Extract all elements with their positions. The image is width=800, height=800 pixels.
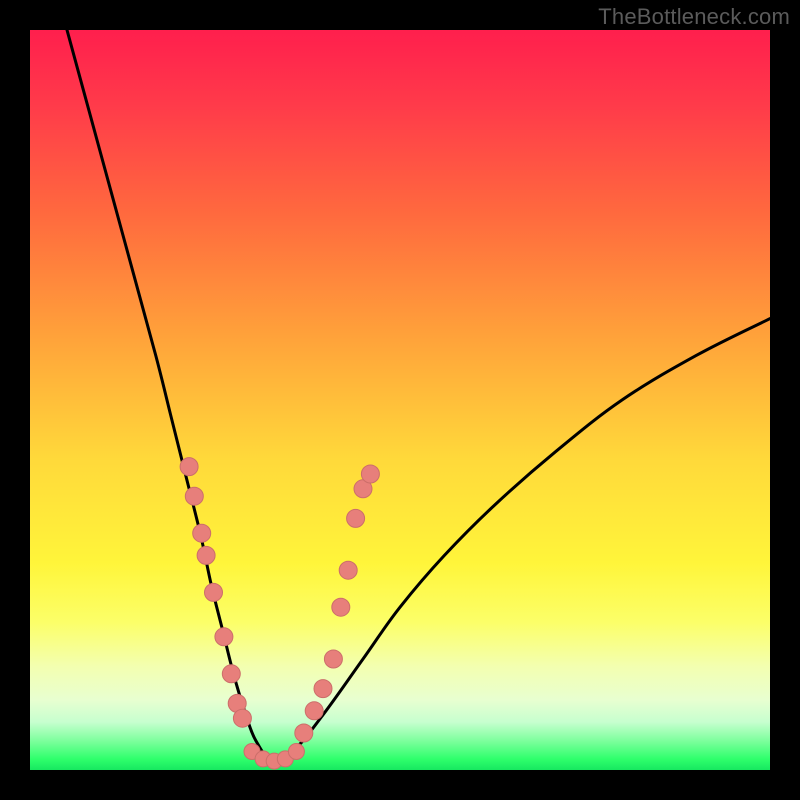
data-dot — [339, 561, 357, 579]
data-dot — [347, 509, 365, 527]
data-dot — [233, 709, 251, 727]
data-dot — [288, 744, 304, 760]
plot-area — [30, 30, 770, 770]
data-dot — [332, 598, 350, 616]
data-dot — [215, 628, 233, 646]
data-dot — [361, 465, 379, 483]
chart-svg — [30, 30, 770, 770]
data-dot — [305, 702, 323, 720]
bottleneck-curve — [67, 30, 770, 763]
data-dot — [324, 650, 342, 668]
watermark-text: TheBottleneck.com — [598, 4, 790, 30]
outer-frame: TheBottleneck.com — [0, 0, 800, 800]
data-dot — [197, 546, 215, 564]
data-dot — [185, 487, 203, 505]
data-dot — [295, 724, 313, 742]
data-dot — [193, 524, 211, 542]
data-dot — [314, 680, 332, 698]
data-dots — [180, 458, 379, 769]
data-dot — [205, 583, 223, 601]
data-dot — [180, 458, 198, 476]
data-dot — [222, 665, 240, 683]
